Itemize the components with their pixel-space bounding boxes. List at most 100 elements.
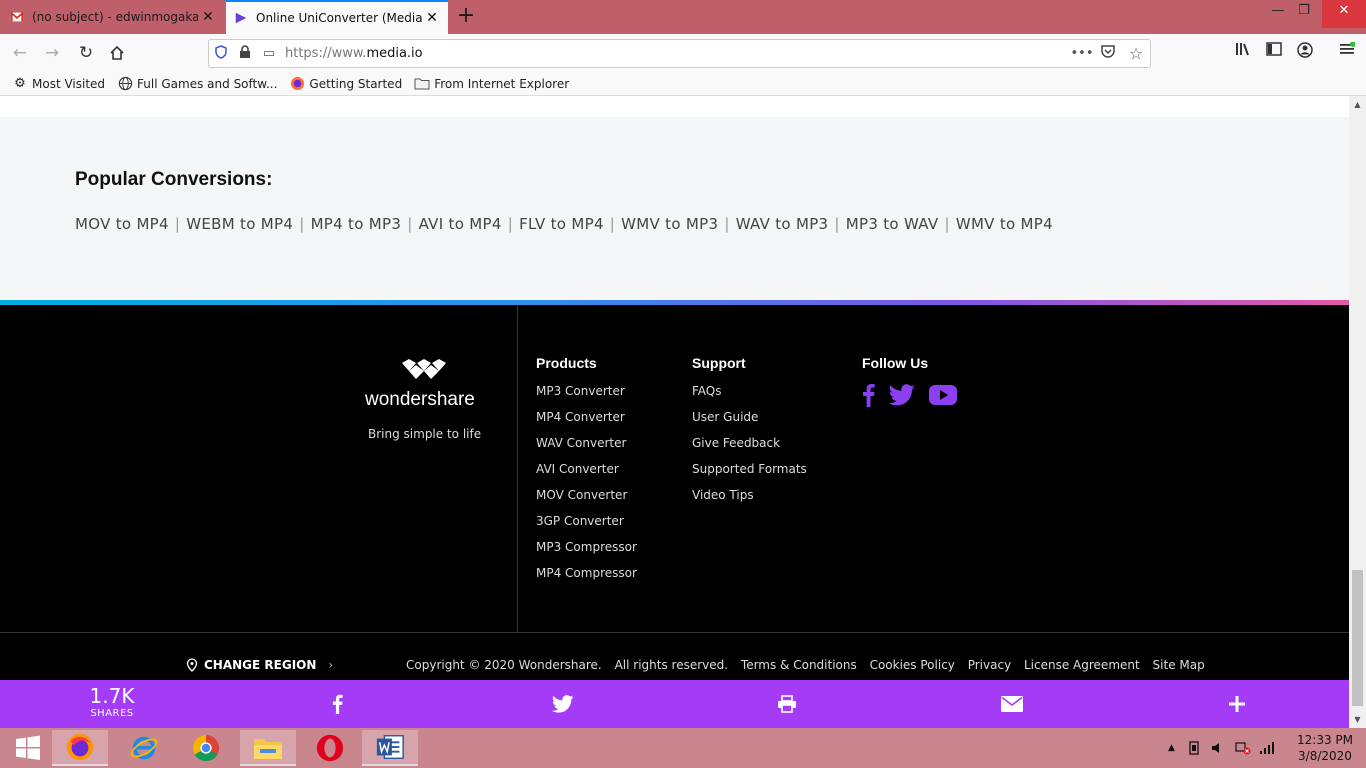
tab-strip: (no subject) - edwinmogaka28@ ✕ Online U… (0, 0, 1366, 34)
network-disconnected-icon[interactable] (1235, 741, 1251, 755)
taskbar-firefox[interactable] (52, 730, 108, 766)
address-bar[interactable]: ▭ https://www.media.io ••• ☆ (208, 39, 1151, 68)
share-count-label: SHARES (90, 708, 134, 719)
conversion-link[interactable]: AVI to MP4 (419, 215, 502, 233)
product-link[interactable]: MP4 Compressor (536, 565, 637, 591)
restore-button[interactable]: ❐ (1282, 0, 1326, 28)
taskbar-chrome[interactable] (178, 730, 234, 766)
conversion-link[interactable]: MP4 to MP3 (311, 215, 402, 233)
start-button[interactable] (0, 730, 56, 766)
brand-tagline: Bring simple to life (368, 427, 482, 441)
share-more-button[interactable] (1224, 692, 1250, 716)
bookmark-most-visited[interactable]: ⚙ Most Visited (12, 76, 105, 92)
change-region-button[interactable]: CHANGE REGION › (186, 658, 333, 672)
folder-icon (414, 76, 430, 92)
close-tab-icon[interactable]: ✕ (422, 10, 442, 26)
product-link[interactable]: AVI Converter (536, 461, 637, 487)
volume-icon[interactable] (1211, 741, 1225, 755)
footer-link-cookies[interactable]: Cookies Policy (870, 658, 955, 672)
bookmark-full-games[interactable]: Full Games and Softw... (117, 76, 277, 92)
bookmark-star-icon[interactable]: ☆ (1122, 44, 1150, 63)
lock-icon[interactable] (233, 44, 257, 63)
firefox-icon (289, 76, 305, 92)
scrollbar-thumb[interactable] (1352, 570, 1363, 706)
pocket-icon[interactable] (1094, 45, 1122, 62)
print-icon (778, 695, 796, 713)
conversion-link[interactable]: WMV to MP4 (956, 215, 1053, 233)
tray-overflow-icon[interactable]: ▲ (1168, 743, 1175, 753)
globe-icon (117, 76, 133, 92)
bookmark-from-ie[interactable]: From Internet Explorer (414, 76, 569, 92)
footer-link-terms[interactable]: Terms & Conditions (741, 658, 857, 672)
youtube-icon[interactable] (929, 385, 957, 405)
shield-icon[interactable] (209, 44, 233, 63)
conversion-link[interactable]: WEBM to MP4 (186, 215, 293, 233)
separator: | (834, 215, 840, 233)
facebook-icon[interactable] (862, 383, 875, 407)
new-tab-button[interactable]: + (452, 4, 480, 30)
scroll-down-arrow-icon[interactable]: ▼ (1349, 711, 1366, 728)
footer-divider (0, 632, 1349, 633)
support-link[interactable]: Video Tips (692, 487, 807, 513)
product-link[interactable]: MP3 Converter (536, 383, 637, 409)
separator: | (724, 215, 730, 233)
footer-link-privacy[interactable]: Privacy (968, 658, 1011, 672)
tab-gmail[interactable]: (no subject) - edwinmogaka28@ ✕ (0, 0, 224, 34)
share-email-button[interactable] (999, 692, 1025, 716)
support-link[interactable]: FAQs (692, 383, 807, 409)
tab-uniconverter[interactable]: Online UniConverter (Media.io) ✕ (226, 0, 448, 34)
clock-date: 3/8/2020 (1298, 749, 1352, 763)
follow-heading: Follow Us (862, 355, 929, 371)
taskbar-file-explorer[interactable] (240, 730, 296, 766)
url-text[interactable]: https://www.media.io (281, 46, 1070, 61)
bookmark-getting-started[interactable]: Getting Started (289, 76, 402, 92)
share-facebook-button[interactable] (324, 692, 350, 716)
close-tab-icon[interactable]: ✕ (198, 9, 218, 25)
rights-text: All rights reserved. (614, 658, 729, 672)
tablet-mode-icon[interactable] (1187, 741, 1201, 755)
support-link[interactable]: Give Feedback (692, 435, 807, 461)
forward-button[interactable]: → (38, 40, 66, 66)
conversion-link[interactable]: MOV to MP4 (75, 215, 169, 233)
copyright-row: Copyright © 2020 Wondershare. All rights… (406, 658, 1214, 672)
conversion-link[interactable]: MP3 to WAV (846, 215, 939, 233)
share-twitter-button[interactable] (550, 692, 576, 716)
reload-button[interactable]: ↻ (72, 40, 100, 66)
support-link[interactable]: User Guide (692, 409, 807, 435)
support-link[interactable]: Supported Formats (692, 461, 807, 487)
menu-icon[interactable] (1334, 41, 1360, 64)
page-scrollbar[interactable]: ▲ ▼ (1349, 96, 1366, 728)
sidebar-icon[interactable] (1261, 42, 1287, 64)
conversion-link[interactable]: WAV to MP3 (736, 215, 829, 233)
product-link[interactable]: 3GP Converter (536, 513, 637, 539)
twitter-icon[interactable] (889, 384, 915, 406)
conversion-link[interactable]: FLV to MP4 (519, 215, 604, 233)
taskbar-clock[interactable]: 12:33 PM 3/8/2020 (1290, 732, 1360, 764)
footer-link-license[interactable]: License Agreement (1024, 658, 1140, 672)
taskbar-word[interactable] (362, 730, 418, 766)
footer-link-sitemap[interactable]: Site Map (1153, 658, 1205, 672)
scroll-up-arrow-icon[interactable]: ▲ (1349, 96, 1366, 113)
taskbar-internet-explorer[interactable] (116, 730, 172, 766)
twitter-icon (552, 695, 574, 713)
close-window-button[interactable]: ✕ (1322, 0, 1366, 28)
product-link[interactable]: WAV Converter (536, 435, 637, 461)
page-info-icon[interactable]: ▭ (257, 46, 281, 61)
back-button[interactable]: ← (6, 40, 34, 66)
library-icon[interactable] (1230, 42, 1256, 64)
home-button[interactable] (103, 40, 131, 66)
product-link[interactable]: MOV Converter (536, 487, 637, 513)
gmail-icon (10, 11, 24, 22)
wondershare-logo[interactable] (400, 357, 448, 383)
tab-title: (no subject) - edwinmogaka28@ (32, 10, 198, 24)
conversion-link[interactable]: WMV to MP3 (621, 215, 718, 233)
signal-icon[interactable] (1259, 741, 1275, 755)
product-link[interactable]: MP3 Compressor (536, 539, 637, 565)
page-content: Popular Conversions: MOV to MP4 | WEBM to … (0, 96, 1349, 728)
plus-icon (1229, 696, 1245, 712)
product-link[interactable]: MP4 Converter (536, 409, 637, 435)
account-icon[interactable] (1292, 42, 1318, 64)
taskbar-opera[interactable] (302, 730, 358, 766)
share-print-button[interactable] (774, 692, 800, 716)
page-actions-icon[interactable]: ••• (1070, 46, 1094, 61)
